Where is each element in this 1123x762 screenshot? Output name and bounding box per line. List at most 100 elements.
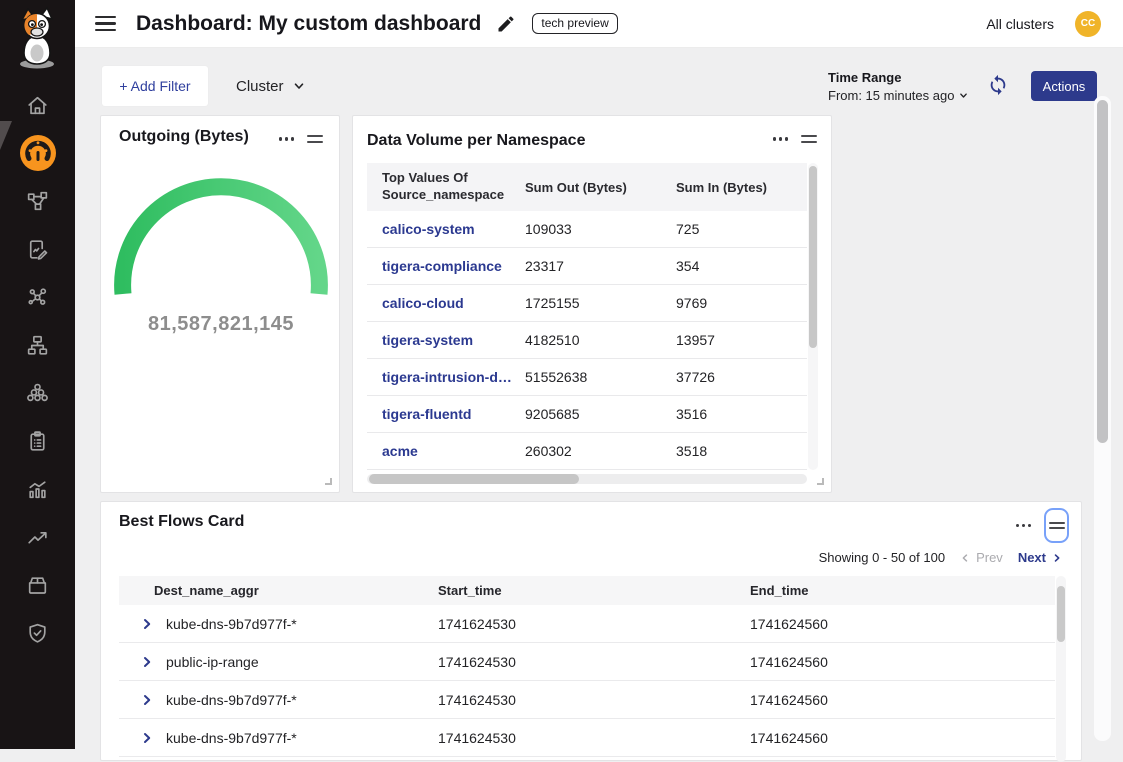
expand-row-chevron-icon[interactable] (141, 617, 155, 631)
dest-name: kube-dns-9b7d977f-* (166, 730, 297, 746)
hamburger-menu-icon[interactable] (95, 12, 119, 36)
avatar[interactable]: CC (1075, 11, 1101, 37)
sum-in-value: 3518 (668, 443, 807, 459)
end-time: 1741624560 (750, 654, 1055, 670)
cluster-scope-selector[interactable]: All clusters (986, 16, 1054, 32)
sidebar-item-network-nodes[interactable] (0, 177, 75, 225)
actions-button[interactable]: Actions (1031, 71, 1097, 101)
namespace-link[interactable]: tigera-fluentd (382, 406, 471, 422)
sidebar-item-sitemap[interactable] (0, 321, 75, 369)
edit-pencil-icon[interactable] (496, 13, 518, 35)
network-nodes-icon (25, 189, 50, 214)
table-row: acme 260302 3518 (367, 433, 807, 470)
data-volume-table: Top Values Of Source_namespace Sum Out (… (367, 163, 807, 470)
prev-page-button[interactable]: Prev (960, 550, 1003, 565)
sum-out-value: 9205685 (517, 406, 668, 422)
next-page-button[interactable]: Next (1018, 550, 1062, 565)
table-row: tigera-system 4182510 13957 (367, 322, 807, 359)
cluster-circles-icon (25, 381, 50, 406)
namespace-link[interactable]: calico-system (382, 221, 475, 237)
sitemap-icon (25, 333, 50, 358)
ellipsis-menu-icon[interactable] (279, 131, 294, 147)
chevron-right-icon (1052, 553, 1062, 563)
table-row: tigera-intrusion-d… 51552638 37726 (367, 359, 807, 396)
resize-corner-icon[interactable] (817, 478, 824, 485)
drag-handle-icon-focused[interactable] (1044, 508, 1069, 543)
start-time: 1741624530 (438, 692, 750, 708)
sidebar-item-shield-check[interactable] (0, 609, 75, 657)
drag-handle-icon[interactable] (801, 131, 817, 147)
scrollbar-thumb[interactable] (1097, 100, 1108, 443)
prev-label: Prev (976, 550, 1003, 565)
resize-corner-icon[interactable] (325, 478, 332, 485)
end-time: 1741624560 (750, 616, 1055, 632)
namespace-link[interactable]: tigera-intrusion-d… (382, 369, 512, 385)
refresh-icon[interactable] (986, 74, 1010, 98)
app-logo-calico-cat (13, 6, 62, 75)
ellipsis-menu-icon[interactable] (773, 131, 788, 147)
sidebar-item-connections-graph[interactable] (0, 273, 75, 321)
gauge-value: 81,587,821,145 (101, 313, 341, 336)
sum-out-value: 23317 (517, 258, 668, 274)
horizontal-scrollbar (367, 474, 807, 484)
expand-row-chevron-icon[interactable] (141, 693, 155, 707)
start-time: 1741624530 (438, 654, 750, 670)
sum-in-value: 354 (668, 258, 807, 274)
sidebar-item-dashboard[interactable] (0, 129, 75, 177)
sidebar-item-bar-chart[interactable] (0, 465, 75, 513)
top-bar: Dashboard: My custom dashboard tech prev… (75, 0, 1123, 48)
end-time: 1741624560 (750, 692, 1055, 708)
sidebar-nav (0, 81, 75, 657)
card-title: Data Volume per Namespace (367, 132, 585, 150)
sidebar-item-clipboard-list[interactable] (0, 417, 75, 465)
time-range-dropdown[interactable]: From: 15 minutes ago (828, 88, 968, 103)
scrollbar-thumb[interactable] (369, 474, 579, 484)
tech-preview-badge: tech preview (532, 13, 617, 34)
drag-handle-icon[interactable] (307, 131, 323, 147)
sidebar-item-package-box[interactable] (0, 561, 75, 609)
outgoing-bytes-card: Outgoing (Bytes) 81,587,821,145 (100, 115, 340, 493)
sidebar-item-home[interactable] (0, 81, 75, 129)
card-title: Outgoing (Bytes) (119, 128, 249, 146)
namespace-link[interactable]: calico-cloud (382, 295, 464, 311)
next-label: Next (1018, 550, 1046, 565)
scrollbar-thumb[interactable] (1057, 586, 1065, 642)
best-flows-table: Dest_name_aggr Start_time End_time kube-… (119, 576, 1055, 757)
pagination-status: Showing 0 - 50 of 100 (819, 550, 945, 565)
table-row: calico-cloud 1725155 9769 (367, 285, 807, 322)
sum-in-value: 725 (668, 221, 807, 237)
chevron-left-icon (960, 553, 970, 563)
sidebar-item-report-edit[interactable] (0, 225, 75, 273)
sidebar (0, 0, 75, 749)
sum-in-value: 3516 (668, 406, 807, 422)
time-range-label: Time Range (828, 70, 968, 85)
ellipsis-menu-icon[interactable] (1016, 518, 1031, 534)
sum-out-value: 51552638 (517, 369, 668, 385)
cluster-dropdown[interactable]: Cluster (236, 66, 305, 106)
sum-in-value: 37726 (668, 369, 807, 385)
vertical-scrollbar (1056, 576, 1066, 762)
add-filter-button[interactable]: + Add Filter (102, 66, 208, 106)
sidebar-item-trend-up[interactable] (0, 513, 75, 561)
pagination: Showing 0 - 50 of 100 Prev Next (819, 550, 1062, 565)
column-header: Dest_name_aggr (119, 583, 438, 598)
expand-row-chevron-icon[interactable] (141, 655, 155, 669)
chevron-down-icon (959, 91, 968, 100)
expand-row-chevron-icon[interactable] (141, 731, 155, 745)
dest-name: public-ip-range (166, 654, 259, 670)
sum-out-value: 260302 (517, 443, 668, 459)
time-range-value: From: 15 minutes ago (828, 88, 954, 103)
table-row: public-ip-range 1741624530 1741624560 (119, 643, 1055, 681)
namespace-link[interactable]: tigera-compliance (382, 258, 502, 274)
scrollbar-thumb[interactable] (809, 166, 817, 348)
package-box-icon (25, 573, 50, 598)
trend-up-icon (25, 525, 50, 550)
sidebar-item-cluster-circles[interactable] (0, 369, 75, 417)
column-header: Sum Out (Bytes) (517, 180, 668, 195)
namespace-link[interactable]: tigera-system (382, 332, 473, 348)
namespace-link[interactable]: acme (382, 443, 418, 459)
page-title: Dashboard: My custom dashboard (136, 12, 481, 36)
time-range-block: Time Range From: 15 minutes ago (828, 70, 968, 103)
column-header: End_time (750, 583, 1055, 598)
chevron-down-icon (293, 80, 305, 92)
